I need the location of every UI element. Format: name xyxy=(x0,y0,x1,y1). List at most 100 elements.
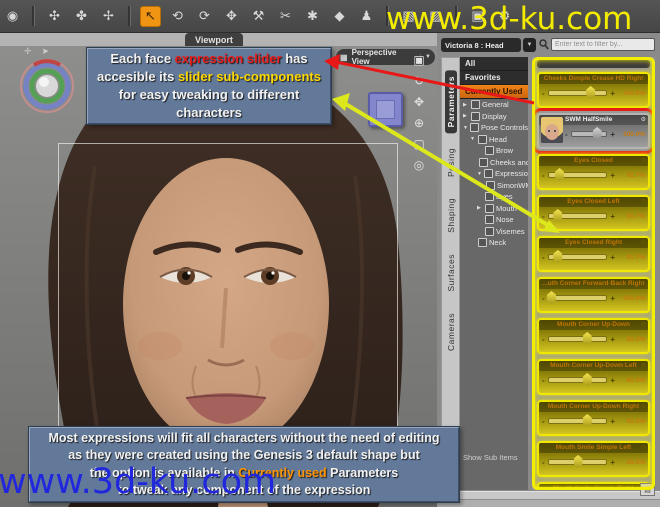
slider-handle[interactable] xyxy=(593,127,602,140)
camera-tool-icon[interactable]: ▣ xyxy=(467,6,488,27)
orbit-gizmo[interactable] xyxy=(14,50,80,116)
nudge-minus-button[interactable]: - xyxy=(542,335,545,344)
copy-view-icon[interactable]: ▣ xyxy=(410,52,428,68)
slider-value[interactable]: 100.0% xyxy=(618,90,645,97)
expand-arrow[interactable]: ▼ xyxy=(477,171,482,177)
frame-tool-icon[interactable]: ◉ xyxy=(2,6,23,27)
filter-input[interactable] xyxy=(551,38,655,51)
nudge-plus-button[interactable]: + xyxy=(610,417,615,426)
group-currently-used[interactable]: Currently Used xyxy=(460,85,528,99)
tree-item-expressions[interactable]: ▼Expressions xyxy=(460,168,528,180)
tree-item-nose[interactable]: Nose xyxy=(460,214,528,226)
surface-selection-tool-icon[interactable]: ◆ xyxy=(329,6,350,27)
tab-parameters[interactable]: Parameters xyxy=(445,70,457,133)
nudge-minus-button[interactable]: - xyxy=(542,458,545,467)
panel-options-button[interactable]: ▤ xyxy=(640,483,655,496)
slider-track[interactable] xyxy=(548,377,608,383)
create-node-tool-icon[interactable]: ✣ xyxy=(44,6,65,27)
slider-track[interactable] xyxy=(548,418,608,424)
tree-item-pose-controls[interactable]: ▼Pose Controls xyxy=(460,122,528,134)
nudge-plus-button[interactable]: + xyxy=(610,335,615,344)
render-settings-tool-icon[interactable]: ▧ xyxy=(398,6,419,27)
nudge-plus-button[interactable]: + xyxy=(610,89,615,98)
nudge-minus-button[interactable]: - xyxy=(542,171,545,180)
figure-tool-icon[interactable]: ♟ xyxy=(356,6,377,27)
tree-item-mouth[interactable]: ▶Mouth xyxy=(460,203,528,215)
slider-track[interactable] xyxy=(548,295,608,301)
tab-shaping[interactable]: Shaping xyxy=(445,192,457,239)
slider-value[interactable]: 25.3% xyxy=(618,459,645,466)
tree-item-cheeks-and-jaw[interactable]: Cheeks and Jaw xyxy=(460,157,528,169)
create-group-tool-icon[interactable]: ✢ xyxy=(98,6,119,27)
slider-track[interactable] xyxy=(548,90,608,96)
gear-icon[interactable]: ⚙ xyxy=(641,444,646,452)
pose-tool-icon[interactable]: ✱ xyxy=(302,6,323,27)
slider-value[interactable]: 100.0% xyxy=(618,131,645,138)
expand-arrow[interactable]: ▶ xyxy=(477,205,483,211)
slider-value[interactable]: -100.0% xyxy=(618,295,645,302)
nudge-minus-button[interactable]: - xyxy=(565,130,568,139)
tree-item-display[interactable]: ▶Display xyxy=(460,111,528,123)
tree-item-general[interactable]: ▶General xyxy=(460,99,528,111)
gear-icon[interactable]: ⚙ xyxy=(641,116,646,124)
slider-track[interactable] xyxy=(571,131,608,137)
slider-value[interactable]: 91.7% xyxy=(618,254,645,261)
camera-settings-tool-icon[interactable]: ⚙ xyxy=(494,6,515,27)
gear-icon[interactable]: ⚙ xyxy=(641,403,646,411)
node-selector[interactable]: Victoria 8 : Head xyxy=(441,38,521,52)
expand-arrow[interactable]: ▼ xyxy=(463,125,468,131)
slider-handle[interactable] xyxy=(583,373,592,386)
nudge-plus-button[interactable]: + xyxy=(610,212,615,221)
tab-cameras[interactable]: Cameras xyxy=(445,307,457,357)
orbit-tool-icon[interactable]: ⟳ xyxy=(194,6,215,27)
gear-icon[interactable]: ⚙ xyxy=(641,362,646,370)
pan-view-icon[interactable]: ✥ xyxy=(410,94,428,110)
slider-value[interactable]: 61.3% xyxy=(618,377,645,384)
gear-icon[interactable]: ⚙ xyxy=(641,75,646,83)
nudge-plus-button[interactable]: + xyxy=(610,294,615,303)
slider-handle[interactable] xyxy=(583,332,592,345)
group-favorites[interactable]: Favorites xyxy=(460,71,528,85)
frame-view-icon[interactable]: ▢ xyxy=(410,136,428,152)
gear-icon[interactable]: ⚙ xyxy=(641,157,646,165)
nudge-plus-button[interactable]: + xyxy=(610,253,615,262)
orbit-view-icon[interactable]: ↻ xyxy=(410,73,428,89)
geometry-editor-tool-icon[interactable]: ✂ xyxy=(275,6,296,27)
nudge-plus-button[interactable]: + xyxy=(610,171,615,180)
tree-item-neck[interactable]: Neck xyxy=(460,237,528,249)
render-tool-icon[interactable]: ▨ xyxy=(425,6,446,27)
tree-item-head[interactable]: ▼Head xyxy=(460,134,528,146)
slider-handle[interactable] xyxy=(574,455,583,468)
tree-item-simonwm[interactable]: SimonWM xyxy=(460,180,528,192)
gear-icon[interactable]: ⚙ xyxy=(641,280,646,288)
node-selection-tool-icon[interactable]: ↖ xyxy=(140,6,161,27)
tree-item-visemes[interactable]: Visemes xyxy=(460,226,528,238)
slider-handle[interactable] xyxy=(553,250,562,263)
slider-track[interactable] xyxy=(548,336,608,342)
aim-view-icon[interactable]: ◎ xyxy=(410,157,428,173)
zoom-view-icon[interactable]: ⊕ xyxy=(410,115,428,131)
nudge-minus-button[interactable]: - xyxy=(542,89,545,98)
slider-handle[interactable] xyxy=(583,414,592,427)
rotate-tool-icon[interactable]: ⟲ xyxy=(167,6,188,27)
gear-icon[interactable]: ⚙ xyxy=(641,321,646,329)
slider-value[interactable]: 61.3% xyxy=(618,336,645,343)
universal-translate-tool-icon[interactable]: ✥ xyxy=(221,6,242,27)
nudge-minus-button[interactable]: - xyxy=(542,212,545,221)
slider-handle[interactable] xyxy=(586,86,595,99)
node-selector-caret[interactable]: ▼ xyxy=(523,38,536,52)
gear-icon[interactable]: ⚙ xyxy=(641,198,646,206)
slider-handle[interactable] xyxy=(555,168,564,181)
slider-value[interactable]: 61.3% xyxy=(618,418,645,425)
gear-icon[interactable]: ⚙ xyxy=(641,239,646,247)
show-sub-items-label[interactable]: Show Sub Items xyxy=(463,453,518,462)
nudge-plus-button[interactable]: + xyxy=(610,130,615,139)
tree-item-eyes[interactable]: Eyes xyxy=(460,191,528,203)
slider-value[interactable]: 91.7% xyxy=(618,213,645,220)
expand-arrow[interactable]: ▶ xyxy=(463,102,469,108)
floating-cube-widget[interactable] xyxy=(368,92,403,127)
slider-handle[interactable] xyxy=(547,291,556,304)
expand-arrow[interactable]: ▼ xyxy=(470,136,476,142)
tree-item-brow[interactable]: Brow xyxy=(460,145,528,157)
slider-handle[interactable] xyxy=(553,209,562,222)
